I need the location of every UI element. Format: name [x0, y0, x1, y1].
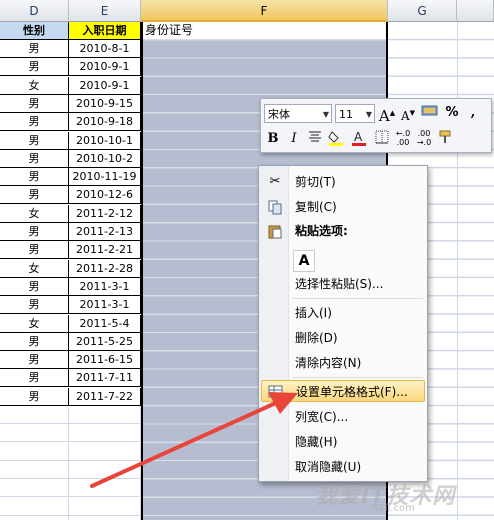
annotation-arrow [90, 392, 298, 488]
watermark-url: 52ij.com [372, 503, 415, 514]
